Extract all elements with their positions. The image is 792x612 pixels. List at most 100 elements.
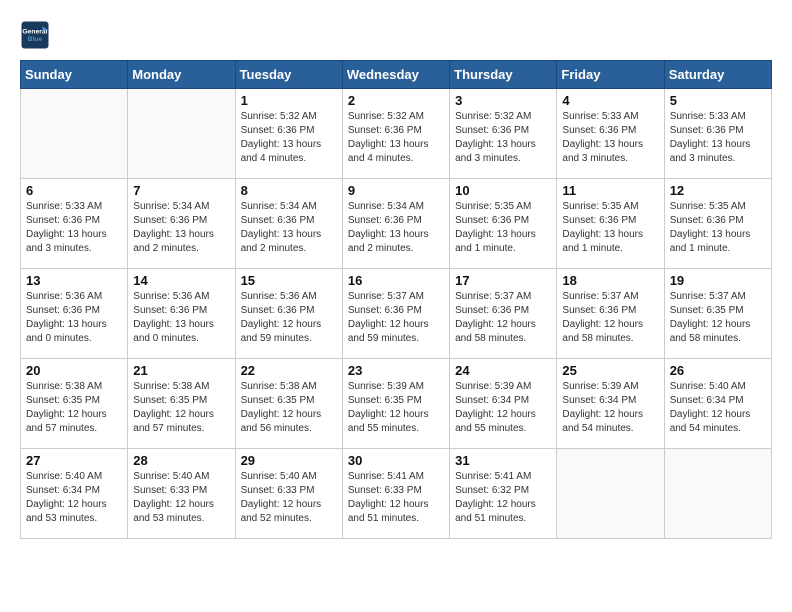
day-number: 13 bbox=[26, 273, 122, 288]
calendar-cell: 21Sunrise: 5:38 AMSunset: 6:35 PMDayligh… bbox=[128, 359, 235, 449]
day-number: 9 bbox=[348, 183, 444, 198]
day-number: 20 bbox=[26, 363, 122, 378]
day-number: 17 bbox=[455, 273, 551, 288]
calendar-cell: 24Sunrise: 5:39 AMSunset: 6:34 PMDayligh… bbox=[450, 359, 557, 449]
day-info: Sunrise: 5:34 AMSunset: 6:36 PMDaylight:… bbox=[348, 200, 444, 256]
calendar-cell: 31Sunrise: 5:41 AMSunset: 6:32 PMDayligh… bbox=[450, 449, 557, 539]
day-number: 12 bbox=[670, 183, 766, 198]
calendar-cell: 4Sunrise: 5:33 AMSunset: 6:36 PMDaylight… bbox=[557, 89, 664, 179]
calendar-cell: 13Sunrise: 5:36 AMSunset: 6:36 PMDayligh… bbox=[21, 269, 128, 359]
calendar-cell: 7 Sunrise: 5:34 AMSunset: 6:36 PMDaylight… bbox=[128, 179, 235, 269]
calendar-cell: 6 Sunrise: 5:33 AMSunset: 6:36 PMDaylight… bbox=[21, 179, 128, 269]
calendar-cell: 28 Sunrise: 5:40 AMSunset: 6:33 PMDayligh… bbox=[128, 449, 235, 539]
day-info: Sunrise: 5:37 AMSunset: 6:35 PMDaylight:… bbox=[670, 290, 766, 346]
calendar-cell: 26 Sunrise: 5:40 AMSunset: 6:34 PMDayligh… bbox=[664, 359, 771, 449]
calendar-cell: 3Sunrise: 5:32 AMSunset: 6:36 PMDaylight… bbox=[450, 89, 557, 179]
day-number: 28 bbox=[133, 453, 229, 468]
calendar-cell: 27Sunrise: 5:40 AMSunset: 6:34 PMDayligh… bbox=[21, 449, 128, 539]
weekday-header-thursday: Thursday bbox=[450, 61, 557, 89]
week-row-5: 27Sunrise: 5:40 AMSunset: 6:34 PMDayligh… bbox=[21, 449, 772, 539]
day-number: 5 bbox=[670, 93, 766, 108]
weekday-header-monday: Monday bbox=[128, 61, 235, 89]
day-number: 15 bbox=[241, 273, 337, 288]
day-info: Sunrise: 5:40 AMSunset: 6:34 PMDaylight:… bbox=[670, 380, 766, 436]
day-info: Sunrise: 5:34 AMSunset: 6:36 PMDaylight:… bbox=[241, 200, 337, 256]
calendar-cell bbox=[557, 449, 664, 539]
day-info: Sunrise: 5:35 AMSunset: 6:36 PMDaylight:… bbox=[455, 200, 551, 256]
day-number: 18 bbox=[562, 273, 658, 288]
calendar-cell: 20 Sunrise: 5:38 AMSunset: 6:35 PMDayligh… bbox=[21, 359, 128, 449]
day-info: Sunrise: 5:38 AMSunset: 6:35 PMDaylight:… bbox=[26, 380, 122, 436]
day-number: 8 bbox=[241, 183, 337, 198]
day-info: Sunrise: 5:36 AMSunset: 6:36 PMDaylight:… bbox=[241, 290, 337, 346]
calendar-cell bbox=[128, 89, 235, 179]
day-info: Sunrise: 5:35 AMSunset: 6:36 PMDaylight:… bbox=[670, 200, 766, 256]
day-number: 2 bbox=[348, 93, 444, 108]
day-info: Sunrise: 5:35 AMSunset: 6:36 PMDaylight:… bbox=[562, 200, 658, 256]
calendar-cell: 25 Sunrise: 5:39 AMSunset: 6:34 PMDayligh… bbox=[557, 359, 664, 449]
calendar-cell: 5 Sunrise: 5:33 AMSunset: 6:36 PMDaylight… bbox=[664, 89, 771, 179]
day-info: Sunrise: 5:40 AMSunset: 6:33 PMDaylight:… bbox=[241, 470, 337, 526]
calendar-cell: 23Sunrise: 5:39 AMSunset: 6:35 PMDayligh… bbox=[342, 359, 449, 449]
day-info: Sunrise: 5:39 AMSunset: 6:34 PMDaylight:… bbox=[455, 380, 551, 436]
day-info: Sunrise: 5:39 AMSunset: 6:34 PMDaylight:… bbox=[562, 380, 658, 436]
calendar-cell: 11 Sunrise: 5:35 AMSunset: 6:36 PMDayligh… bbox=[557, 179, 664, 269]
day-info: Sunrise: 5:37 AMSunset: 6:36 PMDaylight:… bbox=[562, 290, 658, 346]
day-number: 16 bbox=[348, 273, 444, 288]
day-number: 22 bbox=[241, 363, 337, 378]
day-info: Sunrise: 5:34 AMSunset: 6:36 PMDaylight:… bbox=[133, 200, 229, 256]
svg-text:Blue: Blue bbox=[28, 36, 43, 43]
logo: General Blue bbox=[20, 20, 54, 50]
week-row-4: 20 Sunrise: 5:38 AMSunset: 6:35 PMDayligh… bbox=[21, 359, 772, 449]
day-info: Sunrise: 5:33 AMSunset: 6:36 PMDaylight:… bbox=[26, 200, 122, 256]
calendar-cell: 22 Sunrise: 5:38 AMSunset: 6:35 PMDayligh… bbox=[235, 359, 342, 449]
day-number: 26 bbox=[670, 363, 766, 378]
calendar-cell: 14 Sunrise: 5:36 AMSunset: 6:36 PMDayligh… bbox=[128, 269, 235, 359]
day-number: 6 bbox=[26, 183, 122, 198]
day-info: Sunrise: 5:33 AMSunset: 6:36 PMDaylight:… bbox=[670, 110, 766, 166]
week-row-3: 13 Sunrise: 5:36 AMSunset: 6:36 PMDayligh… bbox=[21, 269, 772, 359]
day-number: 3 bbox=[455, 93, 551, 108]
calendar-cell: 8 Sunrise: 5:34 AMSunset: 6:36 PMDaylight… bbox=[235, 179, 342, 269]
weekday-header-row: SundayMondayTuesdayWednesdayThursdayFrid… bbox=[21, 61, 772, 89]
day-info: Sunrise: 5:36 AMSunset: 6:36 PMDaylight:… bbox=[133, 290, 229, 346]
calendar-cell: 30Sunrise: 5:41 AMSunset: 6:33 PMDayligh… bbox=[342, 449, 449, 539]
weekday-header-saturday: Saturday bbox=[664, 61, 771, 89]
calendar-cell: 1 Sunrise: 5:32 AMSunset: 6:36 PMDaylight… bbox=[235, 89, 342, 179]
day-number: 19 bbox=[670, 273, 766, 288]
logo-icon: General Blue bbox=[20, 20, 50, 50]
weekday-header-sunday: Sunday bbox=[21, 61, 128, 89]
day-info: Sunrise: 5:38 AMSunset: 6:35 PMDaylight:… bbox=[241, 380, 337, 436]
calendar-cell: 18 Sunrise: 5:37 AMSunset: 6:36 PMDayligh… bbox=[557, 269, 664, 359]
calendar-cell: 29Sunrise: 5:40 AMSunset: 6:33 PMDayligh… bbox=[235, 449, 342, 539]
weekday-header-friday: Friday bbox=[557, 61, 664, 89]
day-info: Sunrise: 5:39 AMSunset: 6:35 PMDaylight:… bbox=[348, 380, 444, 436]
day-number: 1 bbox=[241, 93, 337, 108]
calendar-cell: 17Sunrise: 5:37 AMSunset: 6:36 PMDayligh… bbox=[450, 269, 557, 359]
calendar-table: SundayMondayTuesdayWednesdayThursdayFrid… bbox=[20, 60, 772, 539]
day-number: 25 bbox=[562, 363, 658, 378]
calendar-cell: 12 Sunrise: 5:35 AMSunset: 6:36 PMDayligh… bbox=[664, 179, 771, 269]
day-number: 14 bbox=[133, 273, 229, 288]
day-number: 11 bbox=[562, 183, 658, 198]
day-number: 7 bbox=[133, 183, 229, 198]
weekday-header-wednesday: Wednesday bbox=[342, 61, 449, 89]
page-header: General Blue bbox=[20, 20, 772, 50]
day-info: Sunrise: 5:32 AMSunset: 6:36 PMDaylight:… bbox=[348, 110, 444, 166]
week-row-1: 1 Sunrise: 5:32 AMSunset: 6:36 PMDaylight… bbox=[21, 89, 772, 179]
day-info: Sunrise: 5:41 AMSunset: 6:32 PMDaylight:… bbox=[455, 470, 551, 526]
day-info: Sunrise: 5:32 AMSunset: 6:36 PMDaylight:… bbox=[241, 110, 337, 166]
day-info: Sunrise: 5:40 AMSunset: 6:34 PMDaylight:… bbox=[26, 470, 122, 526]
calendar-cell bbox=[664, 449, 771, 539]
day-info: Sunrise: 5:41 AMSunset: 6:33 PMDaylight:… bbox=[348, 470, 444, 526]
calendar-cell: 2 Sunrise: 5:32 AMSunset: 6:36 PMDaylight… bbox=[342, 89, 449, 179]
calendar-cell: 9 Sunrise: 5:34 AMSunset: 6:36 PMDaylight… bbox=[342, 179, 449, 269]
day-info: Sunrise: 5:33 AMSunset: 6:36 PMDaylight:… bbox=[562, 110, 658, 166]
calendar-cell: 10Sunrise: 5:35 AMSunset: 6:36 PMDayligh… bbox=[450, 179, 557, 269]
day-info: Sunrise: 5:40 AMSunset: 6:33 PMDaylight:… bbox=[133, 470, 229, 526]
calendar-cell bbox=[21, 89, 128, 179]
day-number: 21 bbox=[133, 363, 229, 378]
calendar-cell: 19 Sunrise: 5:37 AMSunset: 6:35 PMDayligh… bbox=[664, 269, 771, 359]
calendar-cell: 15 Sunrise: 5:36 AMSunset: 6:36 PMDayligh… bbox=[235, 269, 342, 359]
day-info: Sunrise: 5:37 AMSunset: 6:36 PMDaylight:… bbox=[348, 290, 444, 346]
